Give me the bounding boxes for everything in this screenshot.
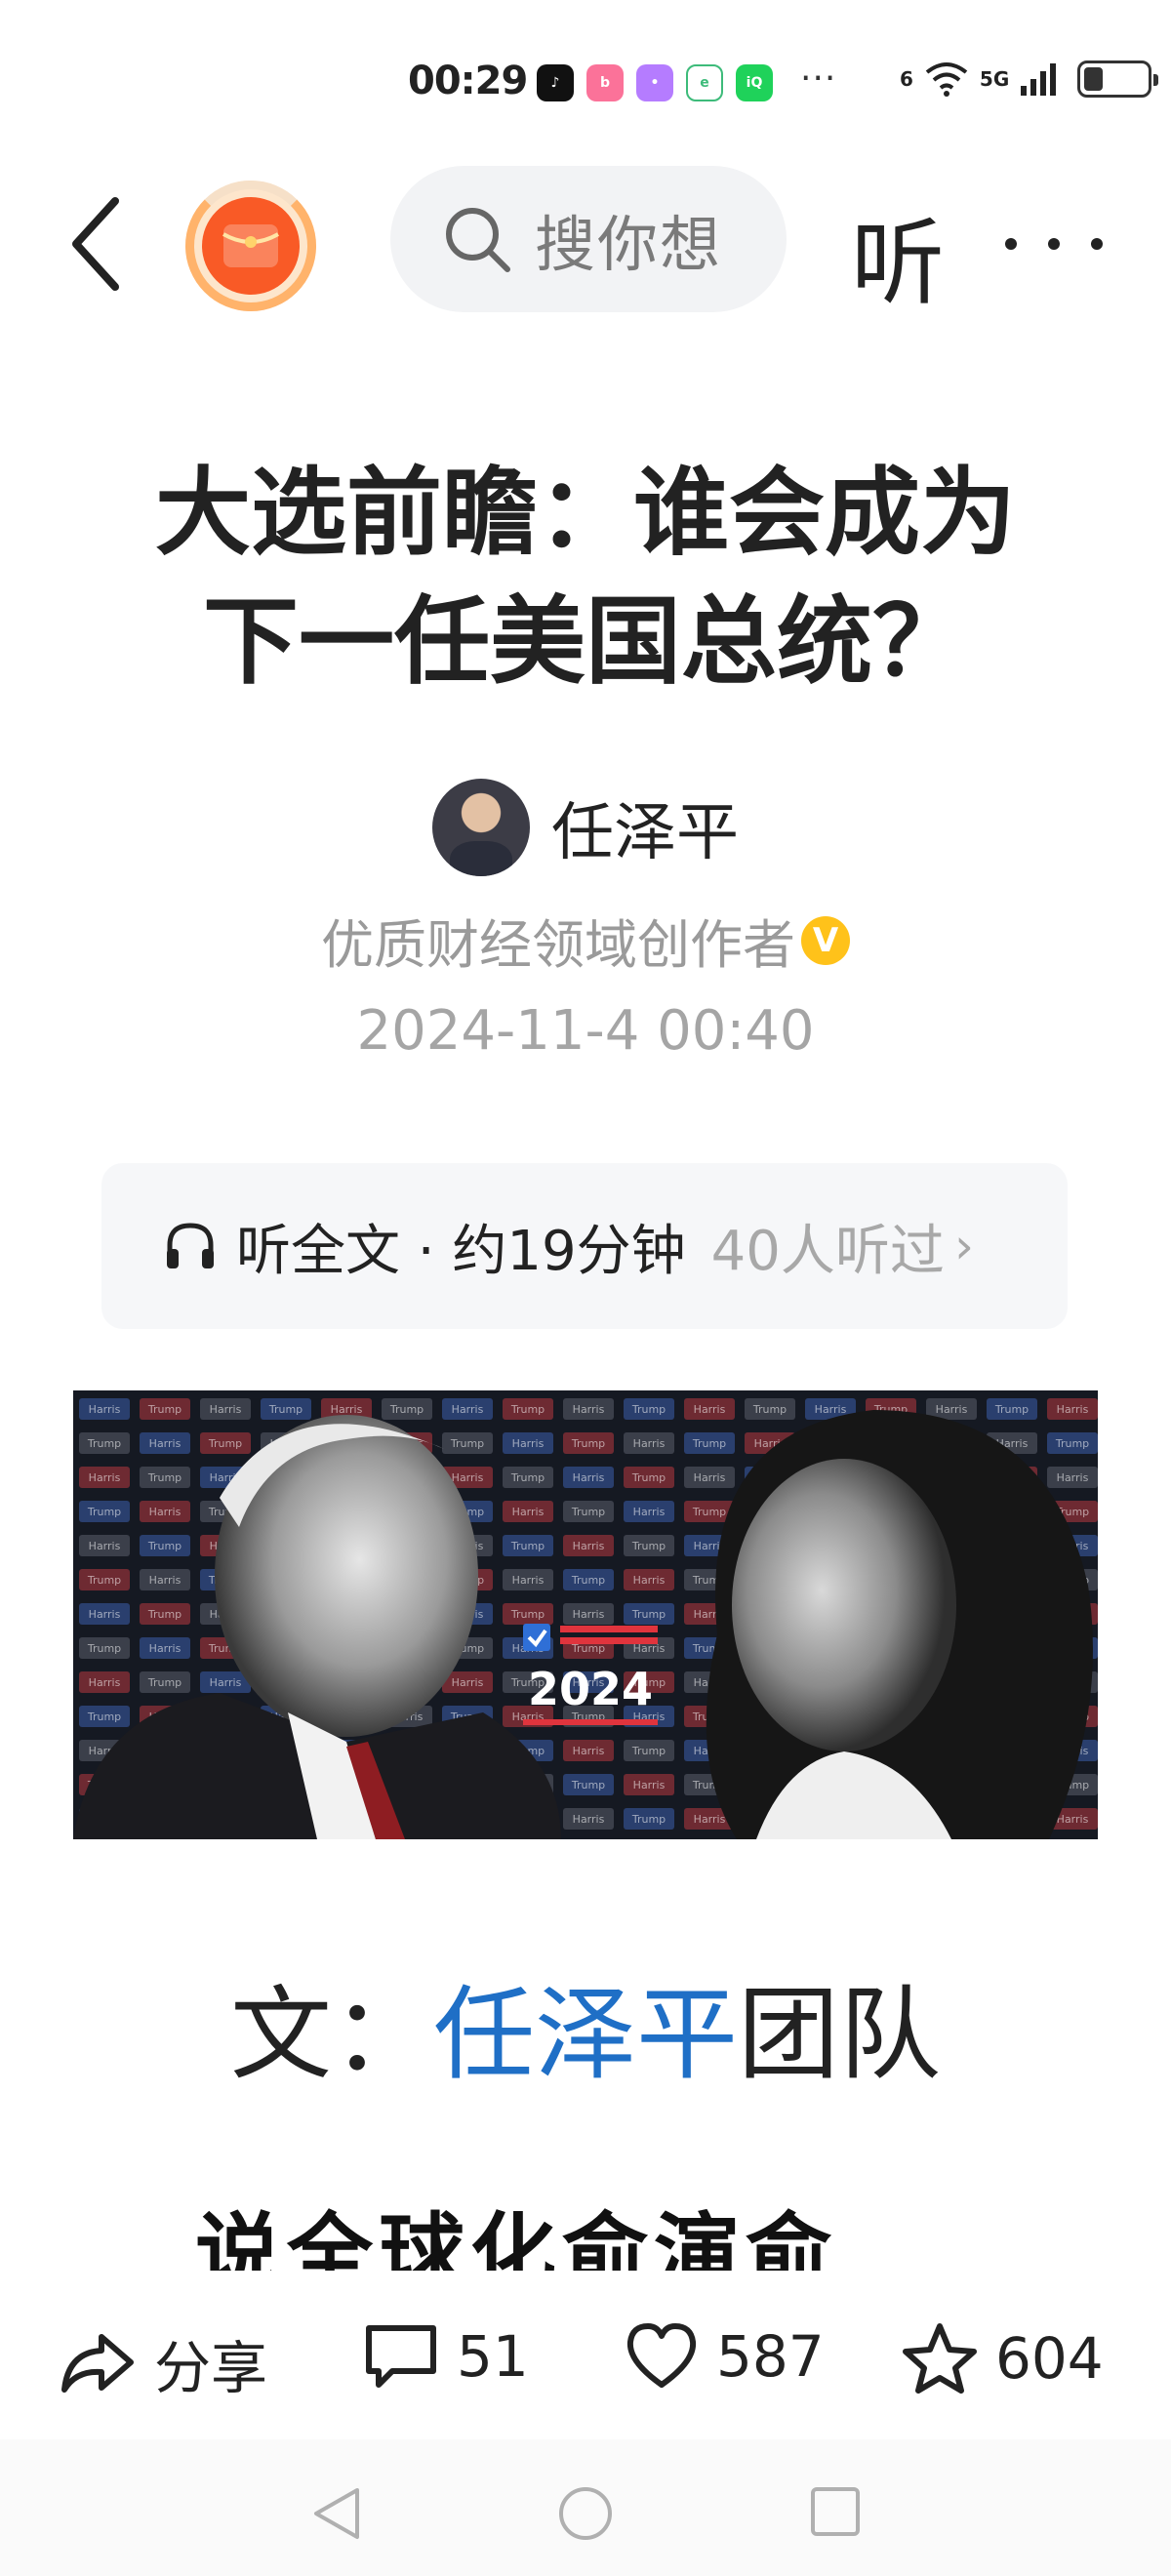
search-icon	[446, 208, 510, 272]
ballot-tag: Trump	[624, 1398, 674, 1420]
comment-button[interactable]: 51	[363, 2322, 529, 2391]
ballot-tag: Harris	[563, 1808, 614, 1830]
right-candidate-portrait	[706, 1410, 1093, 1839]
more-dot	[1005, 238, 1017, 250]
chevron-left-icon	[72, 197, 119, 291]
share-icon	[61, 2334, 134, 2393]
ballot-tag: Harris	[563, 1740, 614, 1761]
ballot-tag: Trump	[563, 1501, 614, 1522]
search-placeholder: 搜你想	[535, 209, 723, 280]
verified-badge-icon: V	[801, 915, 850, 965]
red-packet-button[interactable]	[185, 181, 316, 311]
system-navigation-bar	[0, 2439, 1171, 2576]
network-label-a: 6	[900, 67, 913, 91]
listen-duration: 听全文 · 约19分钟	[236, 1219, 686, 1283]
byline-suffix: 团队	[738, 1975, 942, 2094]
heart-icon	[626, 2323, 697, 2388]
ballot-tag: Harris	[624, 1501, 674, 1522]
more-dot	[1048, 238, 1060, 250]
ballot-tag: Harris	[624, 1774, 674, 1795]
ballot-check-icon	[523, 1624, 658, 1651]
nav-recents-button[interactable]	[808, 2484, 863, 2543]
article-byline: 文：任泽平团队	[0, 1952, 1171, 2099]
nav-back-button[interactable]	[310, 2484, 363, 2547]
douyin-icon: ♪	[537, 64, 574, 101]
article-cover-image[interactable]: Harris Trump Harris Trump Harris Trump Harris T…	[73, 1390, 1098, 1839]
more-dot	[1091, 238, 1103, 250]
status-more-icon: ···	[800, 59, 837, 99]
author-description-row: 优质财经领域创作者 V	[0, 902, 1171, 979]
ballot-tag: Trump	[563, 1569, 614, 1590]
left-candidate-portrait	[73, 1415, 561, 1839]
author-description: 优质财经领域创作者	[321, 914, 795, 976]
listen-full-text-bar[interactable]: 听全文 · 约19分钟 40人听过 ›	[101, 1163, 1068, 1329]
comment-count: 51	[457, 2323, 529, 2390]
logo-underline	[523, 1719, 658, 1725]
author-name[interactable]: 任泽平	[551, 783, 739, 872]
notification-app-icons: ♪ b • e iQ	[537, 64, 773, 101]
election-year-logo: 2024	[517, 1620, 664, 1734]
favorite-count: 604	[995, 2325, 1104, 2392]
status-bar: 00:29 ♪ b • e iQ ··· 6 5G	[0, 0, 1171, 166]
square-recents-icon	[811, 2487, 860, 2536]
article-partial-text: 说全球化俞演俞	[195, 2203, 838, 2271]
ballot-tag: Harris	[563, 1535, 614, 1556]
ballot-tag: Harris	[624, 1569, 674, 1590]
more-options-button[interactable]	[1005, 205, 1103, 283]
network-label-b: 5G	[979, 67, 1010, 91]
chevron-right-icon: ›	[953, 1218, 974, 1274]
circle-home-icon	[559, 2487, 612, 2540]
top-nav: 搜你想 听	[0, 166, 1171, 322]
green-app-icon: e	[686, 64, 723, 101]
share-label: 分享	[154, 2335, 268, 2401]
article-title: 大选前瞻：谁会成为 下一任美国总统？	[154, 458, 1016, 698]
bottom-action-bar: 分享 51 587 604	[0, 2283, 1171, 2439]
bilibili-icon: b	[586, 64, 624, 101]
nav-home-button[interactable]	[556, 2484, 615, 2547]
status-indicators: 6 5G	[900, 60, 1159, 98]
article-partial-line: 说全球化俞演俞	[195, 2200, 1073, 2271]
ballot-tag: Trump	[624, 1535, 674, 1556]
battery-icon	[1077, 60, 1159, 98]
like-count: 587	[716, 2323, 825, 2390]
ballot-tag: Trump	[624, 1808, 674, 1830]
listen-button[interactable]: 听	[851, 187, 945, 323]
red-packet-progress-ring	[185, 181, 316, 311]
election-year: 2024	[527, 1663, 654, 1715]
byline-author-link[interactable]: 任泽平	[433, 1975, 738, 2094]
ballot-tag: Trump	[563, 1774, 614, 1795]
headphones-icon	[167, 1223, 214, 1268]
like-button[interactable]: 587	[625, 2322, 825, 2391]
ballot-tag: Trump	[624, 1740, 674, 1761]
byline-prefix: 文：	[229, 1975, 433, 2094]
battery-fill	[1084, 67, 1104, 91]
ballot-tag: Trump	[563, 1432, 614, 1454]
favorite-button[interactable]: 604	[902, 2322, 1104, 2395]
ballot-tag: Harris	[563, 1467, 614, 1488]
publish-time: 2024-11-4 00:40	[356, 999, 815, 1063]
author-avatar[interactable]	[432, 779, 530, 876]
iqiyi-icon: iQ	[736, 64, 773, 101]
ballot-tag: Trump	[624, 1467, 674, 1488]
author-row[interactable]: 任泽平	[0, 779, 1171, 876]
back-button[interactable]	[57, 195, 135, 293]
share-button[interactable]: 分享	[59, 2322, 267, 2404]
battery-tip	[1153, 74, 1159, 86]
ballot-tag: Harris	[624, 1432, 674, 1454]
comment-icon	[366, 2325, 436, 2388]
signal-icon	[1021, 63, 1057, 96]
listen-count: 40人听过	[710, 1219, 945, 1283]
ballot-tag: Harris	[563, 1398, 614, 1420]
search-box[interactable]: 搜你想	[390, 166, 787, 312]
status-time: 00:29	[408, 59, 528, 103]
triangle-back-icon	[314, 2488, 359, 2539]
star-icon	[903, 2323, 977, 2394]
wifi-icon	[925, 62, 968, 97]
chat-app-icon: •	[636, 64, 673, 101]
